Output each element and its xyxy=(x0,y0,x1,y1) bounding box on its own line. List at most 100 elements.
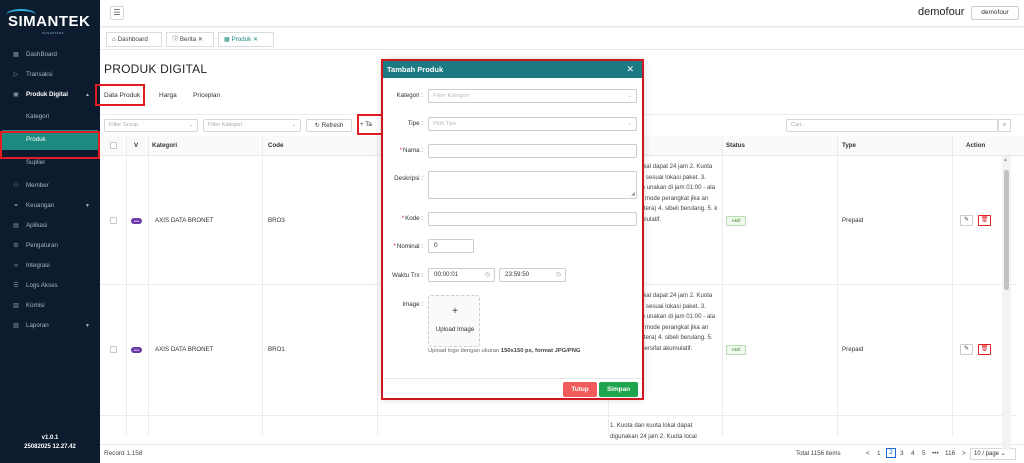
edit-icon[interactable]: ✎ xyxy=(960,215,973,226)
scrollbar-thumb[interactable] xyxy=(1004,170,1009,290)
chevron-down-icon: ⌄ xyxy=(627,121,632,127)
save-button[interactable]: Simpan xyxy=(599,382,638,397)
users-icon: ⚇ xyxy=(13,183,19,189)
refresh-icon: ↻ xyxy=(314,122,320,129)
status-badge: Aktif xyxy=(726,345,746,355)
tab-produk[interactable]: ▦ Produk ✕ xyxy=(218,32,274,47)
waktu-end-input[interactable]: 23:59:50 ◷ xyxy=(499,268,566,282)
tab-berita[interactable]: ⓘ Berita ✕ xyxy=(166,32,214,47)
filter-kategori-select[interactable]: Filter Kategori ⌄ xyxy=(203,119,301,132)
wallet-icon: ⚭ xyxy=(13,203,19,209)
chevron-down-icon: ⌄ xyxy=(627,93,632,99)
sidebar-item-pengaturan[interactable]: ⚙ Pengaturan xyxy=(0,236,100,256)
sidebar: SIMANTEK NUSANTARA ▦ DashBoard ▷ Transaksi… xyxy=(0,0,100,463)
column-header-v: V xyxy=(134,142,139,149)
kategori-select[interactable]: Filter Kategori ⌄ xyxy=(428,89,637,103)
user-menu-button[interactable]: demofour xyxy=(971,6,1019,20)
chevron-down-icon: ⌄ xyxy=(291,122,296,128)
page-next-button[interactable]: > xyxy=(962,450,966,457)
sidebar-item-transaksi[interactable]: ▷ Transaksi xyxy=(0,65,100,85)
operator-logo: axis xyxy=(131,347,142,353)
column-header-code: Code xyxy=(268,142,284,149)
page-5-button[interactable]: 5 xyxy=(922,450,926,457)
highlight-add-button xyxy=(357,114,384,135)
modal-title: Tambah Produk xyxy=(387,65,444,74)
sidebar-item-integrasi[interactable]: ∞ Integrasi xyxy=(0,256,100,276)
kode-label: *Kode : xyxy=(401,215,423,222)
nama-label: *Nama : xyxy=(399,147,423,154)
scroll-up-icon[interactable]: ▲ xyxy=(1003,157,1008,163)
kode-input[interactable] xyxy=(428,212,637,226)
brand-logo[interactable]: SIMANTEK NUSANTARA xyxy=(6,9,92,39)
grid-icon: ▦ xyxy=(13,52,19,58)
sidebar-item-logs-akses[interactable]: ☰ Logs Akses xyxy=(0,276,100,296)
highlight-produk-menu xyxy=(0,131,100,159)
subtab-harga[interactable]: Harga xyxy=(159,92,177,99)
deskripsi-label: Deskripsi : xyxy=(394,175,423,182)
clock-icon: ◷ xyxy=(555,272,561,278)
search-icon[interactable]: ⌕ xyxy=(998,119,1011,132)
column-header-type: Type xyxy=(842,142,856,149)
version-info: v1.0.1 25082025 12.27.42 xyxy=(0,434,100,452)
sidebar-item-laporan[interactable]: ▧ Laporan ▼ xyxy=(0,316,100,336)
nama-input[interactable] xyxy=(428,144,637,158)
record-count: Record 1.158 xyxy=(104,450,143,457)
build-timestamp: 25082025 12.27.42 xyxy=(24,444,76,450)
cell-type: Prepaid xyxy=(842,217,864,224)
menu-toggle-icon[interactable]: ☰ xyxy=(110,6,124,20)
box-icon: ▣ xyxy=(13,92,19,98)
add-product-modal: Tambah Produk ✕ Kategori : Filter Katego… xyxy=(383,61,642,398)
sidebar-item-keuangan[interactable]: ⚭ Keuangan ▼ xyxy=(0,196,100,216)
sidebar-item-komisi[interactable]: ▥ Komisi xyxy=(0,296,100,316)
chevron-down-icon: ▼ xyxy=(85,203,90,209)
close-icon[interactable]: ✕ xyxy=(198,36,203,43)
delete-icon[interactable]: 🗑 xyxy=(978,344,991,355)
page-1-button[interactable]: 1 xyxy=(877,450,881,457)
cell-code: BRO3 xyxy=(268,217,285,224)
page-2-button[interactable]: 2 xyxy=(886,448,896,458)
chevron-down-icon: ⌄ xyxy=(1000,451,1006,457)
upload-image-button[interactable]: + Upload Image xyxy=(428,295,480,347)
chevron-down-icon: ▼ xyxy=(85,323,90,329)
search-input[interactable]: Cari... xyxy=(786,119,998,132)
sidebar-item-kategori[interactable]: Kategori xyxy=(0,107,100,127)
waktu-start-input[interactable]: 00:00:01 ◷ xyxy=(428,268,495,282)
row-checkbox[interactable] xyxy=(110,346,117,353)
edit-icon[interactable]: ✎ xyxy=(960,344,973,355)
close-icon[interactable]: ✕ xyxy=(626,64,634,75)
delete-icon[interactable]: 🗑 xyxy=(978,215,991,226)
link-icon: ∞ xyxy=(13,263,19,269)
table-footer: Record 1.158 Total 1156 items < 1 2 3 4 … xyxy=(100,444,1024,463)
page-last-button[interactable]: 116 xyxy=(945,450,955,457)
waktu-trx-label: Waktu Trx : xyxy=(391,272,423,279)
report-icon: ▧ xyxy=(13,323,19,329)
play-circle-icon: ▷ xyxy=(13,72,19,78)
highlight-data-produk xyxy=(95,84,145,106)
sidebar-item-dashboard[interactable]: ▦ DashBoard xyxy=(0,45,100,65)
sidebar-item-aplikasi[interactable]: ▤ Aplikasi xyxy=(0,216,100,236)
refresh-button[interactable]: ↻ Refresh xyxy=(306,119,352,132)
tipe-select[interactable]: Pilih Tipe ⌄ xyxy=(428,117,637,131)
select-all-checkbox[interactable] xyxy=(110,142,117,149)
app-icon: ▤ xyxy=(13,223,19,229)
tab-dashboard[interactable]: ⌂ Dashboard xyxy=(106,32,162,47)
sidebar-item-member[interactable]: ⚇ Member xyxy=(0,176,100,196)
resize-grip-icon[interactable]: ◢ xyxy=(631,191,635,197)
page-4-button[interactable]: 4 xyxy=(911,450,915,457)
log-icon: ☰ xyxy=(13,283,19,289)
subtab-priceplan[interactable]: Priceplan xyxy=(193,92,220,99)
gear-icon: ⚙ xyxy=(13,243,19,249)
close-icon[interactable]: ✕ xyxy=(253,36,258,43)
version-number: v1.0.1 xyxy=(41,435,59,441)
page-3-button[interactable]: 3 xyxy=(900,450,904,457)
sidebar-item-produk-digital[interactable]: ▣ Produk Digital ▲ xyxy=(0,85,100,105)
nominal-input[interactable]: 0 xyxy=(428,239,474,253)
filter-group-select[interactable]: Filter Group ⌄ xyxy=(104,119,198,132)
deskripsi-textarea[interactable]: ◢ xyxy=(428,171,637,199)
upload-hint: Upload logo dengan ukuran 150x150 px, fo… xyxy=(428,348,581,354)
cell-code: BRO1 xyxy=(268,346,285,353)
page-ellipsis[interactable]: ••• xyxy=(932,450,939,457)
row-checkbox[interactable] xyxy=(110,217,117,224)
close-button[interactable]: Tutup xyxy=(563,382,597,397)
page-prev-button[interactable]: < xyxy=(866,450,870,457)
